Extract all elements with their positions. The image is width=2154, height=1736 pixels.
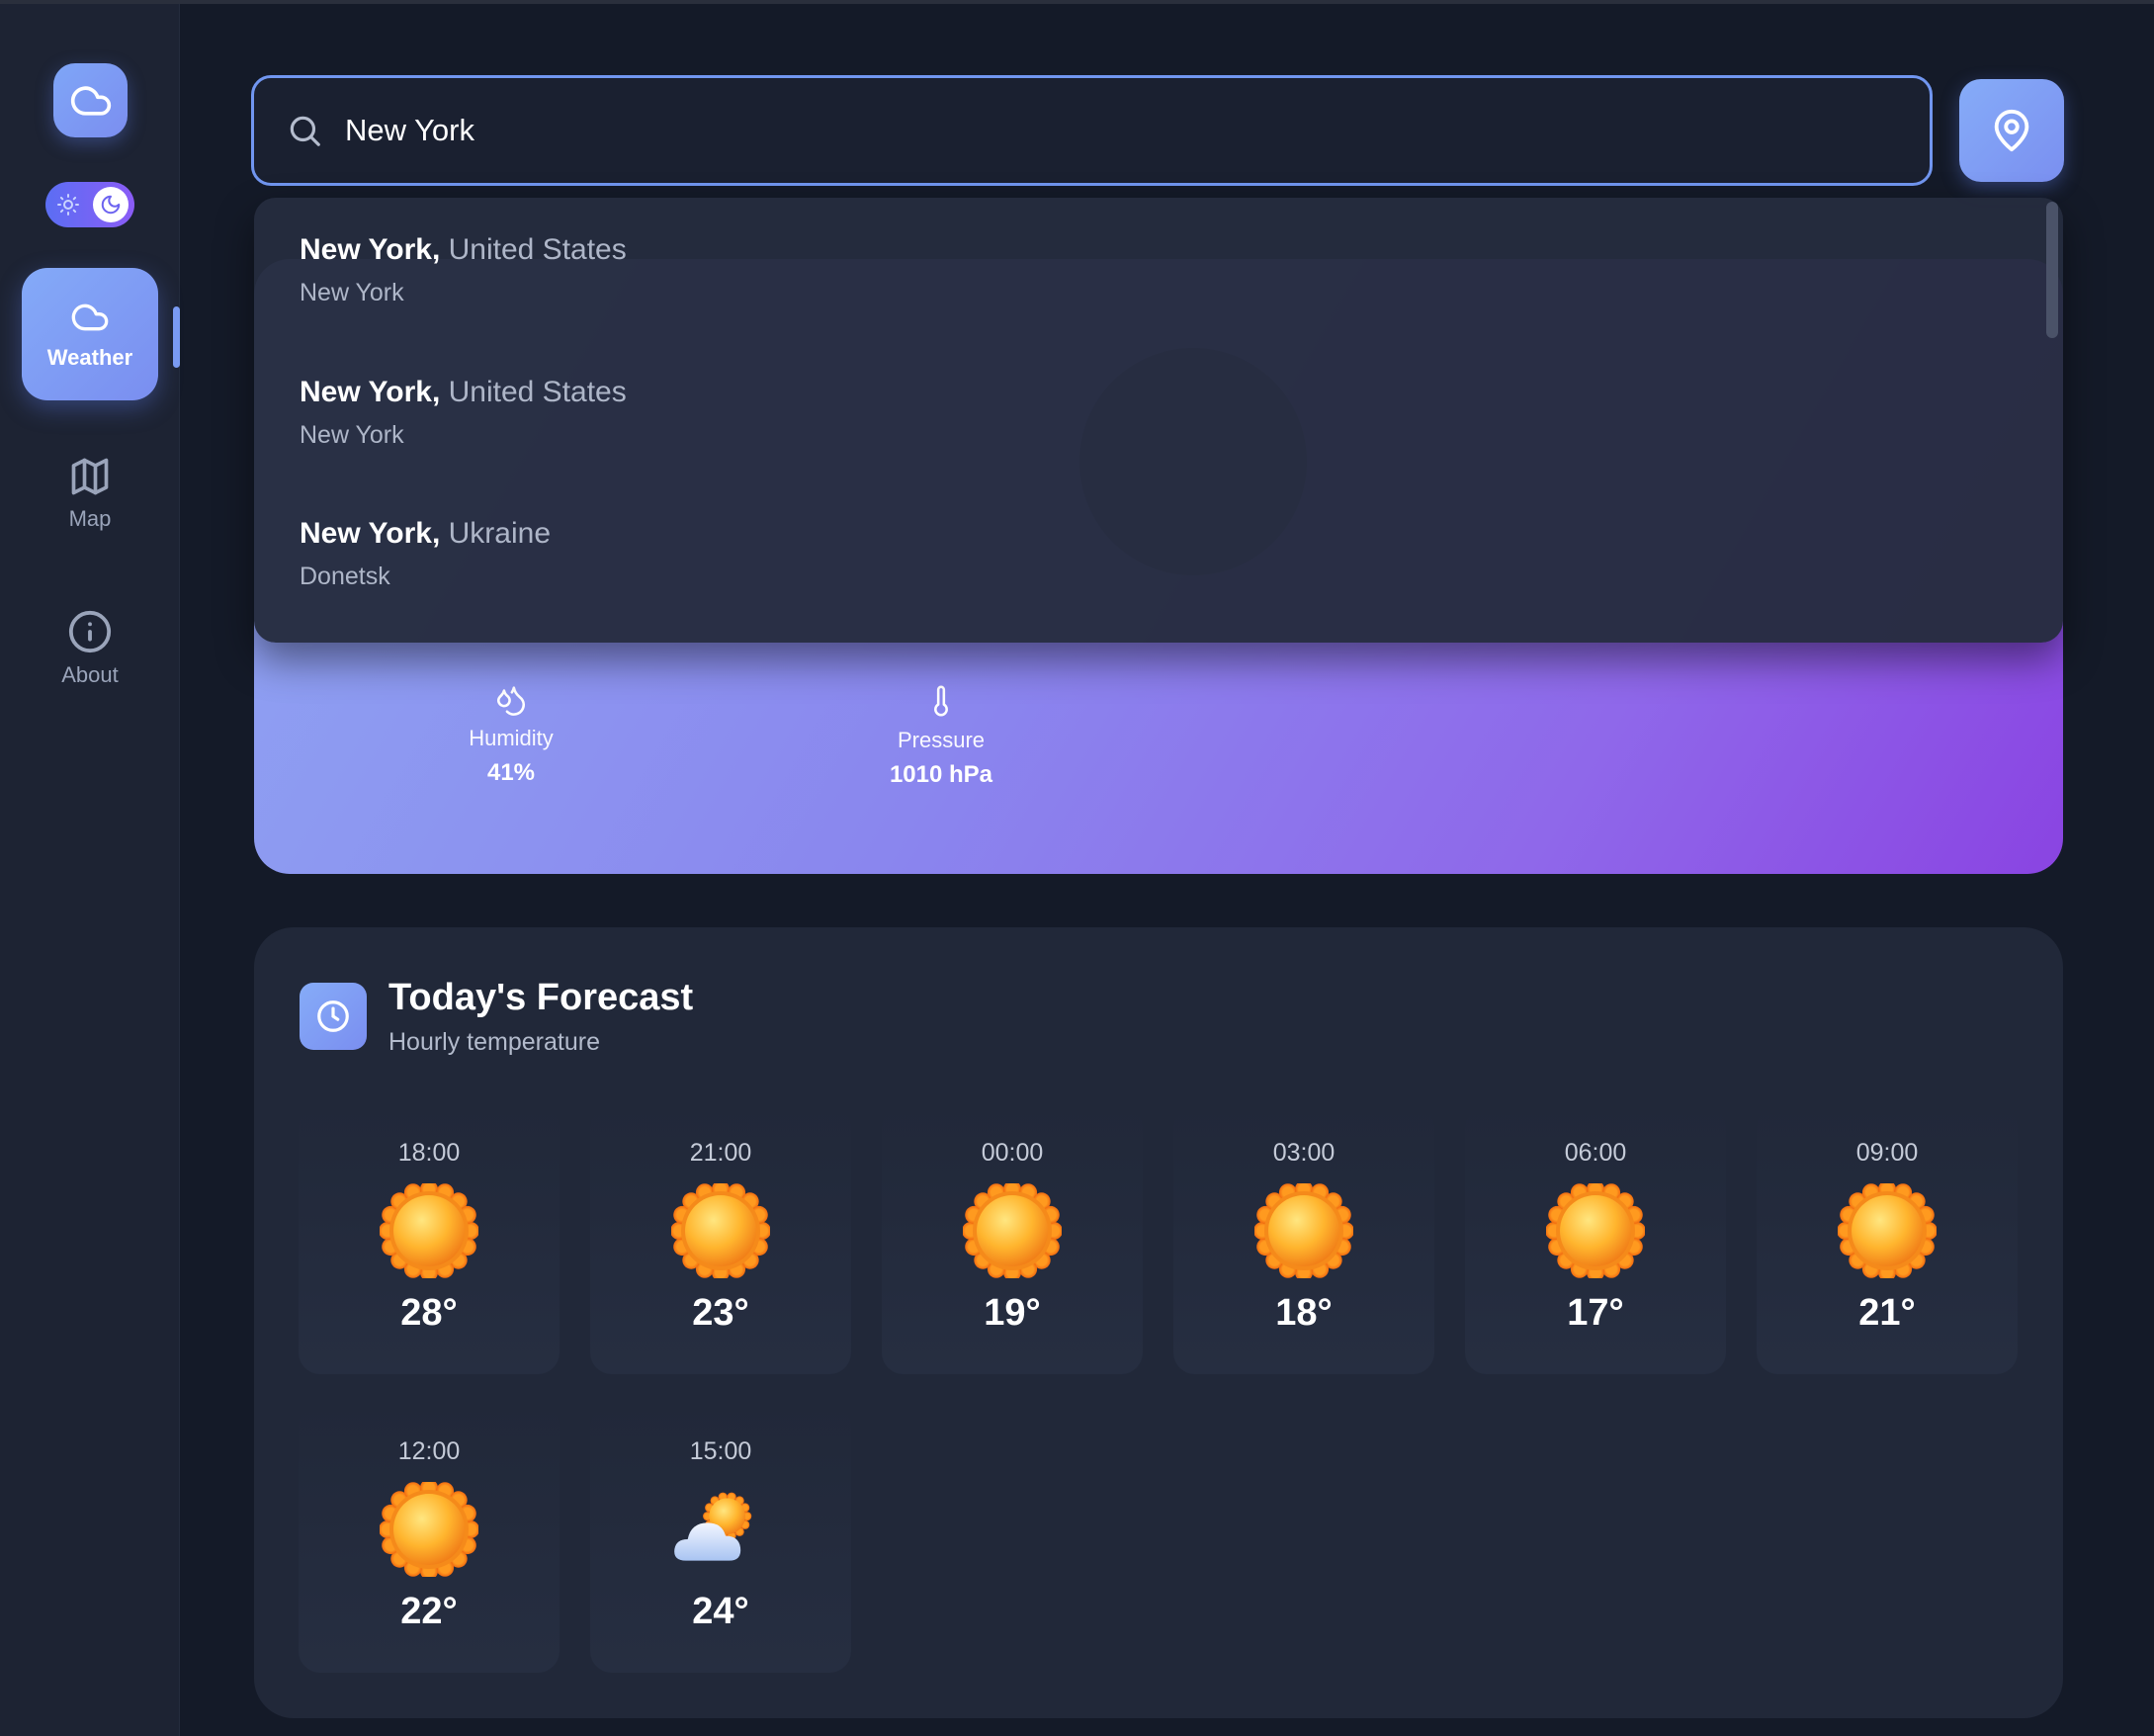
toggle-knob — [93, 187, 129, 222]
sun-icon — [380, 1183, 478, 1278]
sun-icon — [963, 1183, 1062, 1278]
suggestion-region: New York — [300, 421, 404, 449]
suggestion-item[interactable]: New York, United States New York — [300, 233, 627, 307]
hour-time: 12:00 — [397, 1437, 461, 1465]
sidebar-item-label: About — [61, 662, 119, 687]
hour-temp: 22° — [400, 1591, 458, 1632]
suggestion-item[interactable]: New York, Ukraine Donetsk — [300, 517, 551, 591]
theme-toggle[interactable] — [45, 182, 134, 227]
hour-forecast-card[interactable]: 00:00 19° — [882, 1105, 1143, 1374]
info-icon — [68, 610, 112, 653]
humidity-stat: Humidity 41% — [402, 682, 620, 787]
hour-time: 15:00 — [689, 1437, 752, 1465]
suggestion-city: New York, — [300, 517, 441, 550]
search-suggestions-dropdown: New York, United States New York New Yor… — [254, 198, 2063, 643]
sidebar-item-label: Weather — [46, 345, 133, 370]
hour-temp: 19° — [984, 1292, 1041, 1334]
pressure-label: Pressure — [897, 728, 986, 752]
hour-forecast-card[interactable]: 06:00 17° — [1465, 1105, 1726, 1374]
active-nav-indicator — [173, 306, 180, 368]
clock-icon-badge — [300, 983, 367, 1050]
search-input[interactable] — [345, 113, 1828, 148]
hour-forecast-card[interactable]: 09:00 21° — [1757, 1105, 2018, 1374]
hour-forecast-card[interactable]: 18:00 28° — [299, 1105, 560, 1374]
hour-temp: 17° — [1567, 1292, 1624, 1334]
hour-temp: 23° — [692, 1292, 749, 1334]
sidebar-item-map[interactable]: Map — [22, 427, 158, 560]
hour-time: 21:00 — [689, 1139, 752, 1167]
thermometer-icon — [934, 685, 948, 717]
app-logo[interactable] — [53, 63, 128, 137]
hour-time: 18:00 — [397, 1139, 461, 1167]
sidebar: Weather Map About — [0, 4, 180, 1736]
sidebar-item-label: Map — [68, 506, 112, 531]
current-location-button[interactable] — [1959, 79, 2064, 182]
pressure-value: 1010 hPa — [889, 761, 993, 788]
hour-time: 03:00 — [1272, 1139, 1335, 1167]
sun-icon — [1838, 1183, 1937, 1278]
hour-time: 06:00 — [1564, 1139, 1627, 1167]
search-icon — [290, 116, 320, 146]
hour-time: 09:00 — [1855, 1139, 1919, 1167]
hour-forecast-card[interactable]: 03:00 18° — [1173, 1105, 1434, 1374]
sun-small-icon — [57, 194, 79, 216]
sidebar-item-about[interactable]: About — [22, 582, 158, 715]
suggestion-country: United States — [448, 376, 627, 408]
moon-icon — [101, 195, 121, 215]
sun-icon — [671, 1183, 770, 1278]
hour-temp: 21° — [1858, 1292, 1916, 1334]
sun-icon — [380, 1482, 478, 1577]
map-icon — [71, 458, 109, 495]
suggestion-country: United States — [448, 233, 627, 266]
dropdown-scrollbar[interactable] — [2046, 202, 2058, 338]
cloud-icon — [70, 85, 111, 116]
forecast-title: Today's Forecast — [388, 977, 694, 1018]
sun-icon — [1546, 1183, 1645, 1278]
droplets-icon — [496, 686, 526, 716]
humidity-value: 41% — [486, 759, 536, 786]
forecast-subtitle: Hourly temperature — [388, 1028, 600, 1056]
suggestion-city: New York, — [300, 233, 441, 266]
location-pin-icon — [1994, 110, 2029, 152]
hour-forecast-card[interactable]: 15:00 24° — [590, 1404, 851, 1673]
suggestion-region: New York — [300, 279, 404, 306]
cloud-icon — [71, 304, 109, 331]
sidebar-item-weather[interactable]: Weather — [22, 268, 158, 400]
suggestion-city: New York, — [300, 376, 441, 408]
window-top-border — [0, 0, 2154, 4]
suggestion-region: Donetsk — [300, 563, 390, 590]
sun-icon — [1254, 1183, 1353, 1278]
hour-time: 00:00 — [981, 1139, 1044, 1167]
search-bar — [251, 75, 1933, 186]
hour-forecast-card[interactable]: 12:00 22° — [299, 1404, 560, 1673]
suggestion-country: Ukraine — [448, 517, 551, 550]
suggestion-item[interactable]: New York, United States New York — [300, 376, 627, 450]
partly-cloudy-icon — [671, 1482, 770, 1577]
hour-temp: 28° — [400, 1292, 458, 1334]
pressure-stat: Pressure 1010 hPa — [832, 682, 1050, 789]
hour-temp: 18° — [1275, 1292, 1333, 1334]
forecast-panel: Today's Forecast Hourly temperature 18:0… — [254, 927, 2063, 1718]
hour-temp: 24° — [692, 1591, 749, 1632]
humidity-label: Humidity — [469, 726, 554, 750]
clock-icon — [317, 1000, 349, 1032]
hour-forecast-card[interactable]: 21:00 23° — [590, 1105, 851, 1374]
